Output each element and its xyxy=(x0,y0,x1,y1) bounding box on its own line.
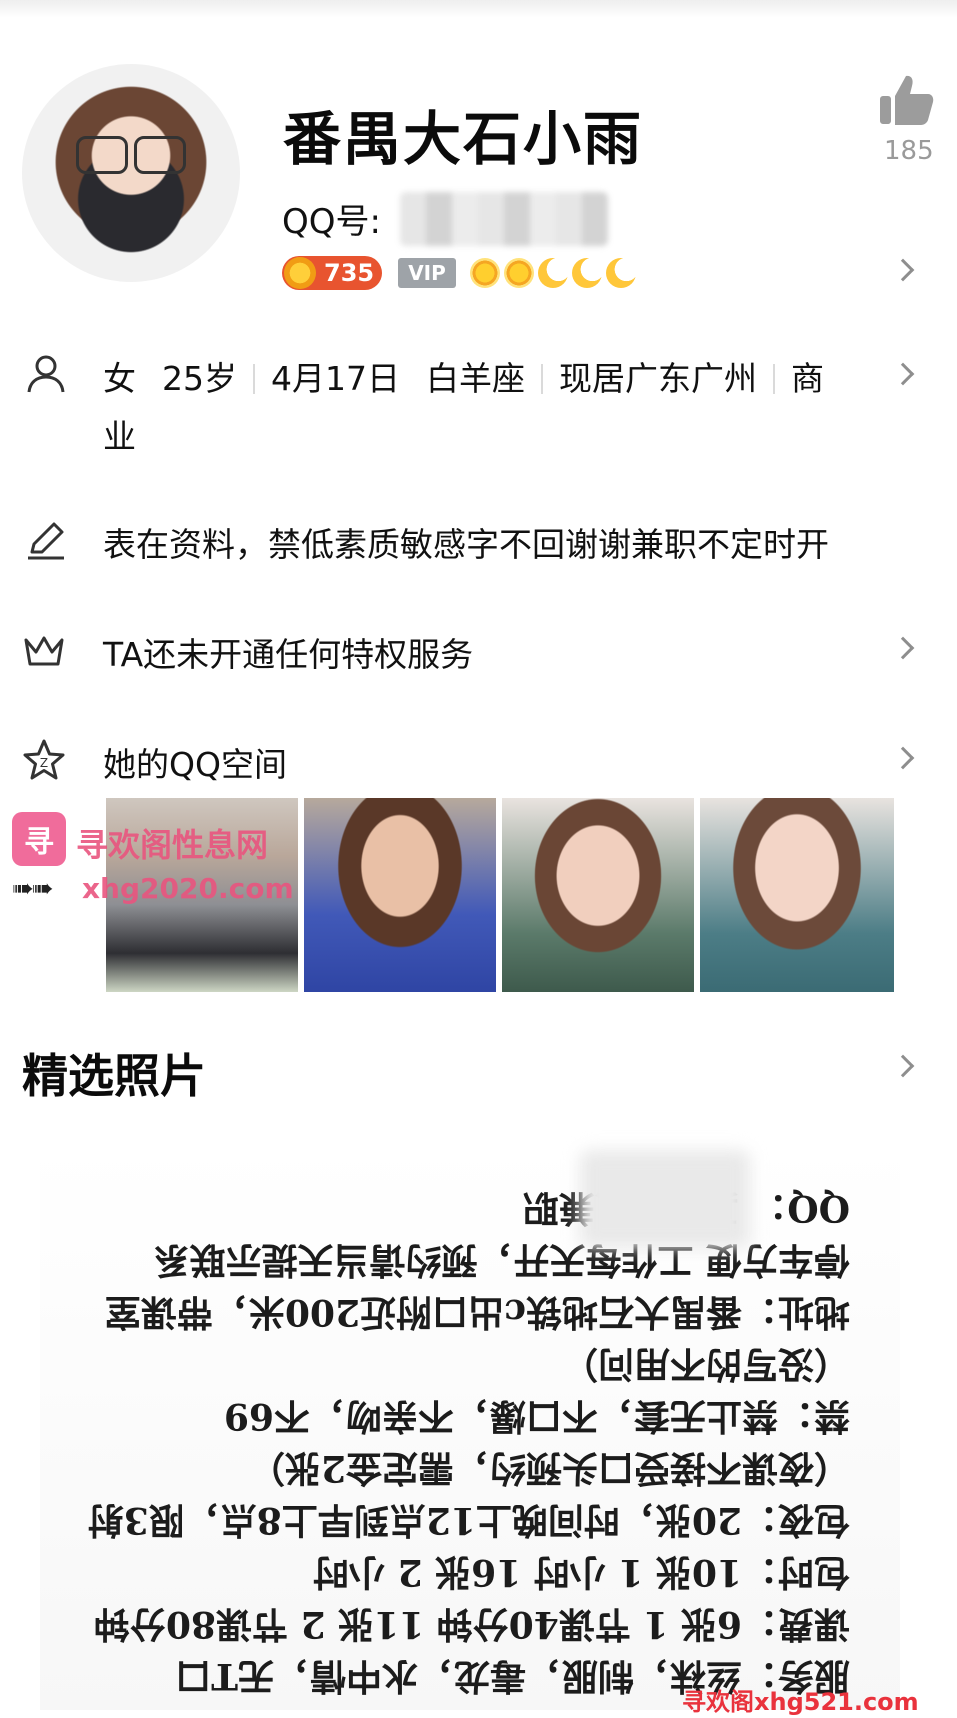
location: 现居广东广州 xyxy=(559,359,757,398)
person-icon xyxy=(27,355,65,393)
doc-line: 包夜：20张，时间晚上12点到早上8点，限3射 xyxy=(87,1499,850,1541)
moon-icon xyxy=(606,258,636,288)
doc-line: 课费：6张 1 节课40分钟 11张 2 节课80分钟 xyxy=(93,1603,850,1645)
sun-icon xyxy=(470,258,500,288)
zodiac: 白羊座 xyxy=(426,359,525,398)
signature: 表在资料，禁低素质敏感字不回谢谢兼职不定时开 xyxy=(103,525,829,564)
svg-text:Z: Z xyxy=(40,756,48,770)
chevron-right-icon[interactable] xyxy=(891,362,915,386)
divider xyxy=(253,364,255,394)
crown-icon xyxy=(24,636,64,666)
chevron-right-icon[interactable] xyxy=(891,636,915,660)
space-photo-3[interactable] xyxy=(502,798,694,992)
privilege-status[interactable]: TA还未开通任何特权服务 xyxy=(103,628,473,676)
pencil-icon xyxy=(28,522,64,560)
basic-info-line[interactable]: 女 25岁 4月17日 白羊座 现居广东广州商 xyxy=(103,352,824,400)
doc-line: （夜课不接受口头预约，需定金2张） xyxy=(248,1447,850,1489)
featured-photos-title: 精选照片 xyxy=(22,1049,206,1103)
document-text-upside-down: 服务：丝袜，制服，毒龙，水中情，无T口 课费：6张 1 节课40分钟 11张 2… xyxy=(40,1145,900,1710)
qq-blurred-patch xyxy=(580,1150,750,1248)
star-icon: Z xyxy=(23,739,65,780)
moon-icon xyxy=(538,258,568,288)
occupation-wrap: 业 xyxy=(103,417,136,456)
doc-line: （没写的不用问） xyxy=(561,1343,850,1385)
space-photo-2[interactable] xyxy=(304,798,496,992)
watermark-bottom: 寻欢阁xhg521.com xyxy=(682,1688,919,1716)
chevron-right-icon[interactable] xyxy=(891,746,915,770)
gender: 女 xyxy=(103,359,136,398)
moon-icon xyxy=(572,258,602,288)
nickname: 番禺大石小雨 xyxy=(283,105,644,173)
doc-line: 禁：禁止无套，不口爆，不亲吻，不69 xyxy=(223,1395,850,1437)
qq-number-blurred xyxy=(400,192,608,246)
watermark-url: xhg2020.com xyxy=(82,872,294,905)
sun-icon xyxy=(504,258,534,288)
doc-line: 包时：10张 1 小时 16张 2 小时 xyxy=(313,1551,850,1593)
age: 25岁 xyxy=(162,359,237,398)
level-icons[interactable] xyxy=(470,258,636,288)
watermark-logo: 寻 xyxy=(12,812,66,866)
watermark-title: 寻欢阁性息网 xyxy=(76,826,269,864)
divider xyxy=(773,364,775,394)
occupation: 商 xyxy=(791,359,824,398)
top-status-strip xyxy=(0,0,957,18)
like-count: 185 xyxy=(884,136,934,166)
coin-count: 735 xyxy=(324,259,375,287)
vip-badge[interactable]: VIP xyxy=(398,258,456,288)
qq-number-label: QQ号: xyxy=(282,202,381,242)
avatar[interactable] xyxy=(22,64,240,282)
coin-badge[interactable]: 735 xyxy=(282,256,382,290)
divider xyxy=(541,364,543,394)
chevron-right-icon[interactable] xyxy=(891,258,915,282)
qq-space-link[interactable]: 她的QQ空间 xyxy=(103,738,287,786)
avatar-glasses xyxy=(76,136,186,174)
featured-photo-document[interactable]: 服务：丝袜，制服，毒龙，水中情，无T口 课费：6张 1 节课40分钟 11张 2… xyxy=(40,1145,900,1710)
thumbs-up-icon[interactable] xyxy=(878,72,934,128)
space-photo-4[interactable] xyxy=(700,798,894,992)
doc-line: 地址：番禺大石地铁c出口附近200米，带课室 xyxy=(104,1291,850,1333)
arrow-icon: ➠➠ xyxy=(12,874,54,904)
coin-icon xyxy=(284,257,316,289)
birthday: 4月17日 xyxy=(271,359,400,398)
chevron-right-icon[interactable] xyxy=(891,1054,915,1078)
